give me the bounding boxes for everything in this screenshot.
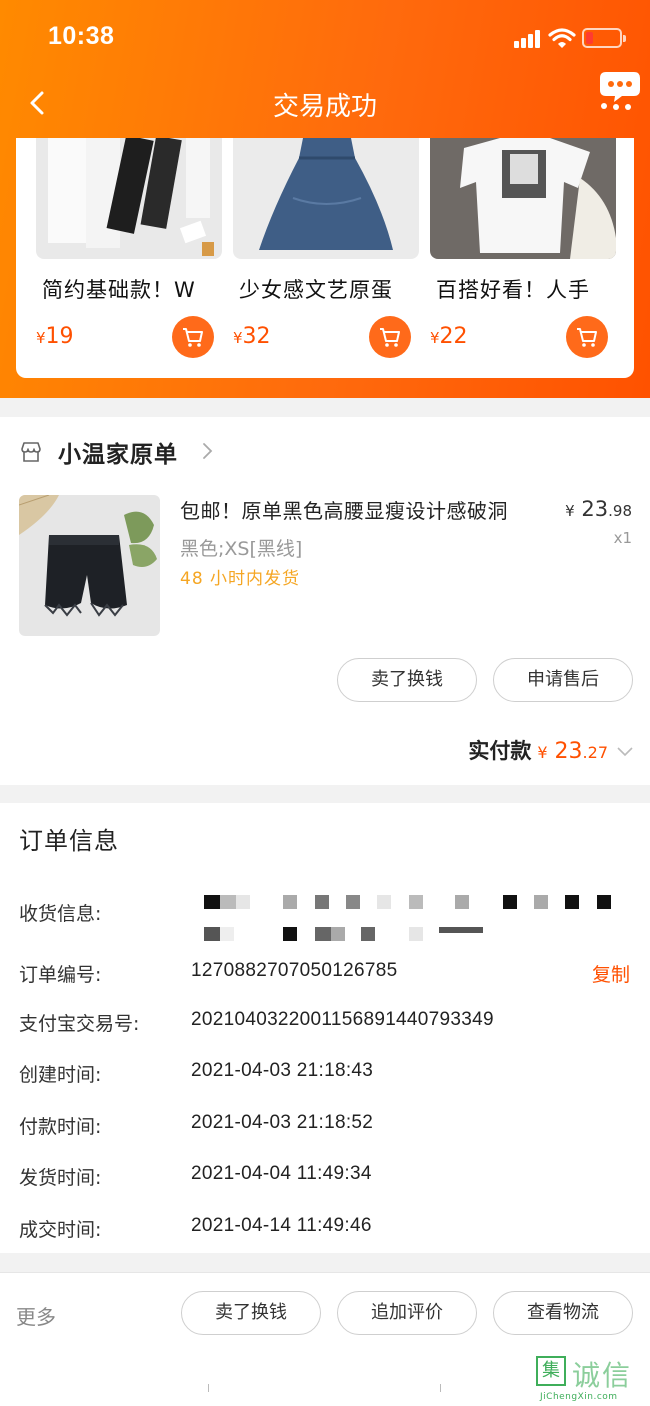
home-indicator-left: [208, 1384, 212, 1392]
masked-shipping-address: [191, 891, 631, 951]
order-number-label: 订单编号:: [19, 964, 102, 986]
status-time: 10:38: [48, 22, 115, 50]
more-button[interactable]: 更多: [16, 1301, 56, 1330]
paid-amount: ¥ 23.27: [537, 739, 608, 764]
store-icon: [21, 442, 41, 462]
shop-order-section: 小温家原单 包邮！原单黑色高腰显瘦设计感破洞 黑色;XS[黑线] 48 小时内发…: [0, 417, 650, 785]
chat-icon[interactable]: [598, 70, 642, 110]
created-time: 2021-04-03 21:18:43: [191, 1060, 374, 1081]
order-number: 1270882707050126785: [191, 960, 398, 981]
page-title: 交易成功: [272, 92, 377, 122]
alipay-trade-number: 2021040322001156891440793349: [191, 1009, 494, 1030]
chevron-right-icon[interactable]: [200, 441, 214, 461]
battery-icon: [582, 28, 626, 48]
shipping-info-label: 收货信息:: [19, 903, 102, 925]
recommendation-title: 少女感文艺原蛋: [239, 278, 393, 302]
paid-label: 实付款: [468, 739, 532, 763]
product-image: [233, 138, 419, 259]
shipping-note: 48 小时内发货: [180, 569, 301, 589]
cart-icon[interactable]: [172, 316, 214, 358]
closed-time: 2021-04-14 11:49:46: [191, 1215, 372, 1236]
paid-amount-row[interactable]: 实付款 ¥ 23.27: [468, 735, 634, 765]
recommendation-price: ¥19: [36, 324, 74, 349]
product-price: ¥ 23.98: [565, 497, 632, 521]
signal-icon: [514, 30, 542, 48]
view-logistics-button[interactable]: 查看物流: [493, 1291, 633, 1335]
recommendation-title: 百搭好看！人手: [436, 278, 590, 302]
product-image[interactable]: [19, 495, 160, 636]
recommendation-price: ¥32: [233, 324, 271, 349]
recommendation-price: ¥22: [430, 324, 468, 349]
cart-icon[interactable]: [369, 316, 411, 358]
created-time-label: 创建时间:: [19, 1064, 102, 1086]
watermark-box: 集: [536, 1356, 566, 1386]
status-bar: 10:38: [0, 0, 650, 78]
product-image: [430, 138, 616, 259]
wifi-icon: [548, 28, 576, 48]
recommendation-item[interactable]: 少女感文艺原蛋 ¥32: [233, 138, 419, 378]
recommendation-item[interactable]: 百搭好看！人手 ¥22: [430, 138, 616, 378]
copy-button[interactable]: 复制: [592, 960, 630, 987]
chevron-down-icon[interactable]: [616, 746, 634, 758]
watermark-logo: 集 诚信 JiChengXin.com: [532, 1352, 650, 1406]
home-indicator-right: [437, 1384, 441, 1392]
after-sale-button[interactable]: 申请售后: [493, 658, 633, 702]
closed-time-label: 成交时间:: [19, 1219, 102, 1241]
cart-icon[interactable]: [566, 316, 608, 358]
paid-time: 2021-04-03 21:18:52: [191, 1112, 374, 1133]
product-title[interactable]: 包邮！原单黑色高腰显瘦设计感破洞: [180, 495, 550, 524]
add-review-button[interactable]: 追加评价: [337, 1291, 477, 1335]
shipped-time: 2021-04-04 11:49:34: [191, 1163, 372, 1184]
alipay-trade-label: 支付宝交易号:: [19, 1013, 140, 1035]
watermark-chars: 诚信: [572, 1359, 633, 1392]
watermark-site: JiChengXin.com: [540, 1392, 618, 1402]
sell-for-cash-button[interactable]: 卖了换钱: [337, 658, 477, 702]
shop-name[interactable]: 小温家原单: [58, 435, 178, 469]
recommendation-item[interactable]: 简约基础款！W ¥19: [36, 138, 222, 378]
product-sku: 黑色;XS[黑线]: [180, 538, 303, 560]
product-image: [36, 138, 222, 259]
recommendation-title: 简约基础款！W: [42, 278, 196, 302]
recommendation-card: 简约基础款！W ¥19 少女感文艺原蛋 ¥32 百搭好看！人手 ¥22: [16, 138, 634, 378]
product-quantity: x1: [613, 529, 632, 547]
sell-for-cash-button[interactable]: 卖了换钱: [181, 1291, 321, 1335]
order-info-section: 订单信息 收货信息: 订单编号: 1270882707050126785 复制 …: [0, 803, 650, 1253]
order-info-title: 订单信息: [19, 827, 119, 855]
shipped-time-label: 发货时间:: [19, 1167, 102, 1189]
paid-time-label: 付款时间:: [19, 1116, 102, 1138]
